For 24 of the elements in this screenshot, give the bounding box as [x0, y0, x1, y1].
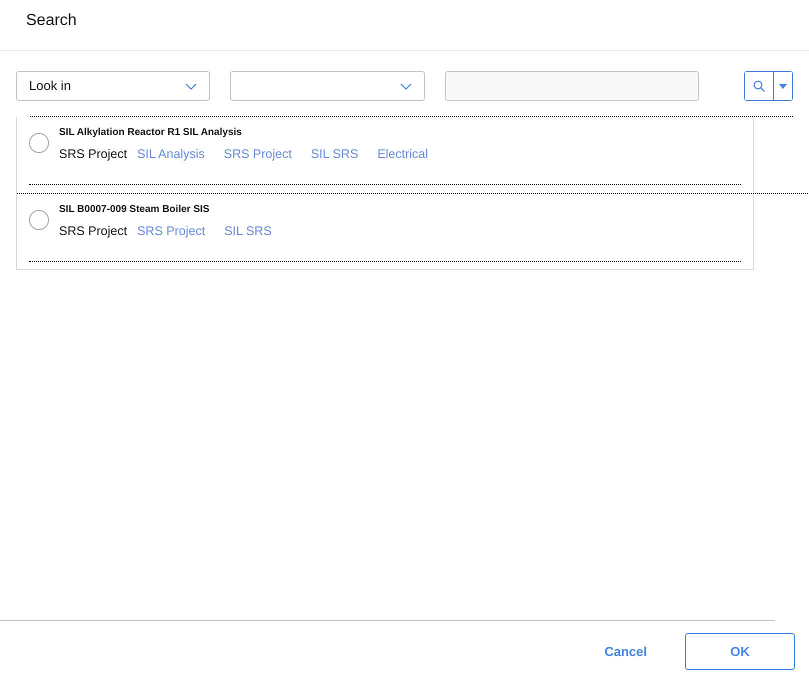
radio-button[interactable] [29, 133, 49, 153]
result-title: SIL Alkylation Reactor R1 SIL Analysis [59, 126, 243, 140]
result-title: SIL B0007-009 Steam Boiler SIS [59, 202, 210, 217]
chevron-icon [185, 82, 198, 90]
dropdown[interactable] [230, 71, 424, 101]
tag-link[interactable]: SIL SRS [224, 222, 272, 240]
search-button[interactable] [745, 72, 774, 100]
tag-link[interactable]: SIL SRS [310, 145, 358, 164]
chevron-icon [400, 82, 412, 90]
search-field[interactable] [444, 71, 699, 101]
caret-icon [779, 84, 787, 88]
search-icon [753, 80, 765, 92]
tag-link[interactable]: SRS Project [224, 145, 292, 164]
tag-link[interactable]: Electrical [377, 145, 428, 164]
family-label: SRS Project [59, 222, 128, 240]
family-label: SRS Project [59, 146, 128, 163]
dialog-title: Search [26, 11, 78, 30]
tag-link[interactable]: SIL Analysis [137, 145, 205, 164]
look-in-dropdown[interactable]: Look in [16, 71, 210, 101]
ok-button[interactable]: OK [685, 633, 795, 670]
tag-link[interactable]: SRS Project [137, 222, 206, 240]
dropdown-value: Look in [29, 77, 71, 96]
cancel-button[interactable]: Cancel [588, 634, 663, 670]
radio-button[interactable] [29, 210, 49, 230]
